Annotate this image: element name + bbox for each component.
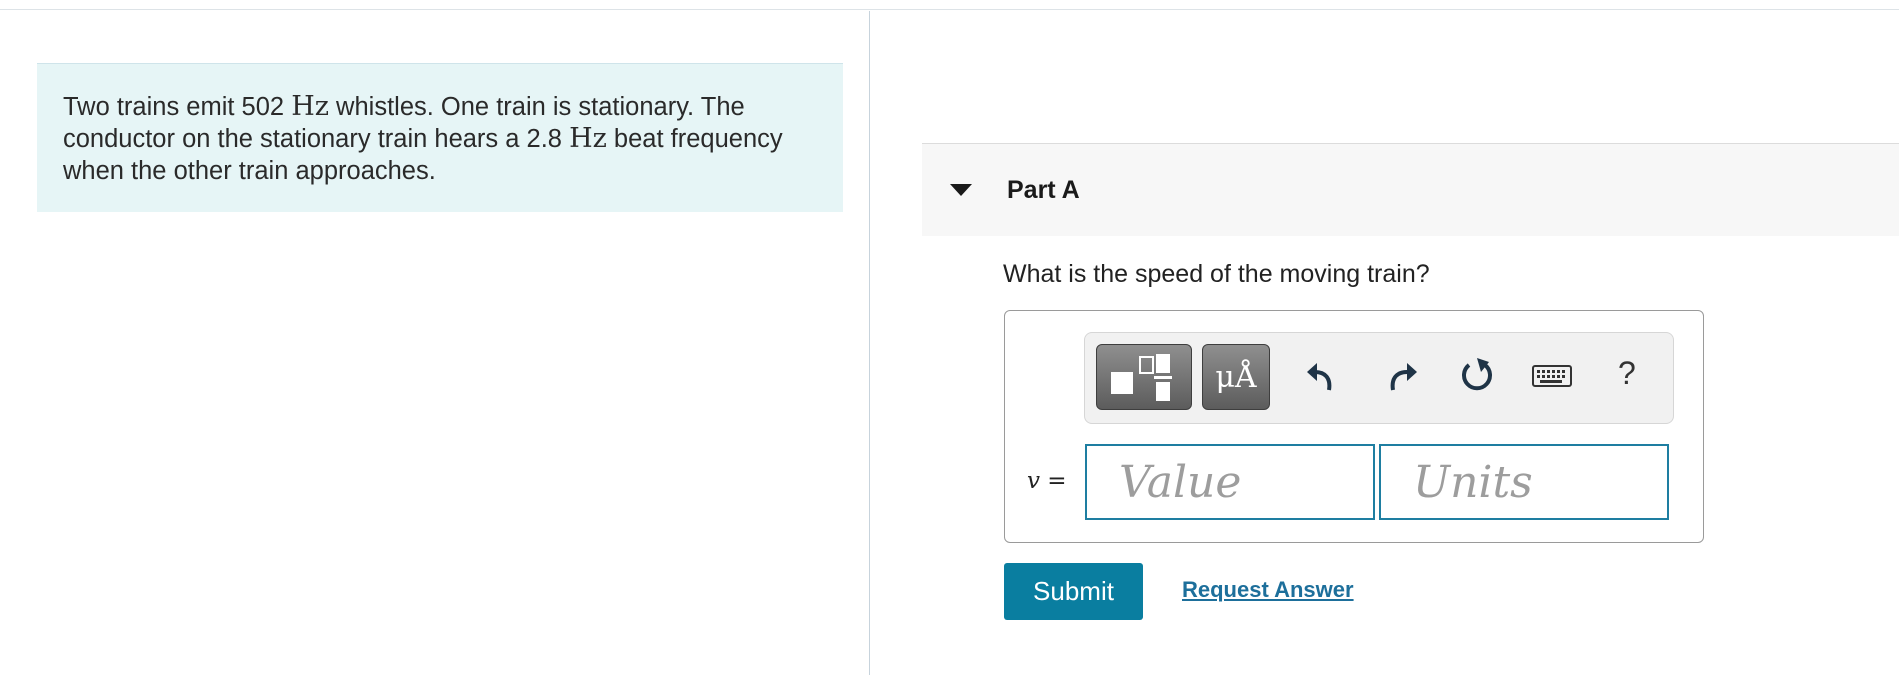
fraction-template-icon: [1111, 354, 1172, 401]
part-title: Part A: [1007, 176, 1080, 204]
top-rule: [0, 9, 1899, 10]
problem-text-1: Two trains emit 502: [63, 93, 292, 121]
keyboard-button[interactable]: [1528, 354, 1576, 398]
variable-symbol: v: [1027, 468, 1040, 494]
units-button[interactable]: μÅ: [1202, 344, 1270, 410]
answer-box: μÅ ? v = Value Units: [1004, 310, 1704, 543]
undo-button[interactable]: [1301, 354, 1345, 398]
request-answer-link[interactable]: Request Answer: [1182, 577, 1354, 603]
help-button[interactable]: ?: [1618, 355, 1636, 392]
value-input[interactable]: [1085, 444, 1375, 520]
templates-button[interactable]: [1096, 344, 1192, 410]
reset-button[interactable]: [1455, 354, 1499, 398]
problem-unit-2: Hz: [569, 123, 607, 154]
equals-sign: =: [1040, 468, 1067, 494]
variable-label: v =: [1027, 468, 1067, 494]
collapse-caret-icon[interactable]: [950, 184, 972, 196]
redo-icon: [1390, 363, 1417, 391]
undo-icon: [1307, 363, 1332, 391]
problem-unit-1: Hz: [291, 91, 329, 122]
units-label: μÅ: [1215, 360, 1257, 395]
submit-button[interactable]: Submit: [1004, 563, 1143, 620]
keyboard-icon: [1532, 365, 1572, 387]
column-divider: [869, 11, 870, 675]
redo-button[interactable]: [1379, 354, 1423, 398]
math-toolbar: μÅ ?: [1084, 332, 1674, 424]
reset-icon: [1462, 358, 1492, 391]
question-text: What is the speed of the moving train?: [1003, 260, 1430, 288]
units-input[interactable]: [1379, 444, 1669, 520]
problem-statement: Two trains emit 502 Hz whistles. One tra…: [37, 63, 843, 212]
part-a-header[interactable]: Part A: [922, 143, 1899, 236]
